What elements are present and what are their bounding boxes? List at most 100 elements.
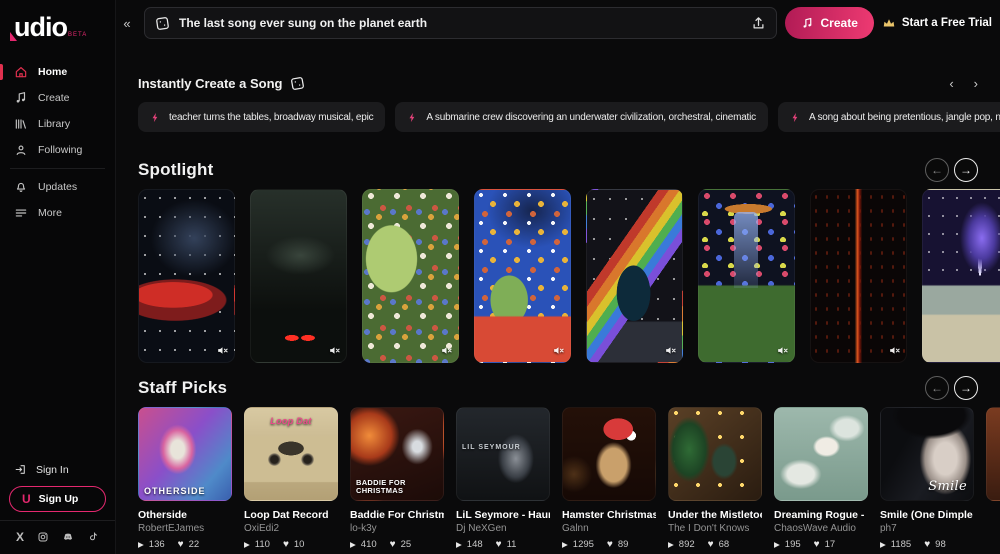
track-artist[interactable]: ChaosWave Audio	[774, 523, 868, 534]
sidebar-item-create[interactable]: Create	[0, 85, 115, 111]
track-artist[interactable]: lo-k3y	[350, 523, 444, 534]
track-artist[interactable]: RobertEJames	[138, 523, 232, 534]
track-stats: ▶ 410 ♥ 25	[350, 539, 444, 550]
lightning-bolt-icon	[409, 112, 415, 122]
track-card[interactable]: BADDIE FOR CHRISTMAS Baddie For Christma…	[350, 407, 444, 550]
track-title: Smile (One Dimple at a...	[880, 509, 974, 521]
spotlight-card-storm-beach[interactable]	[922, 189, 1000, 363]
sidebar-item-more[interactable]: More	[0, 200, 115, 226]
tiktok-icon[interactable]	[87, 531, 99, 543]
upload-icon[interactable]	[751, 16, 766, 31]
like-count: 25	[400, 539, 412, 550]
dice-icon[interactable]	[289, 75, 306, 92]
muted-volume-icon	[218, 347, 228, 354]
instant-create-title: Instantly Create a Song	[138, 76, 283, 91]
heart-icon: ♥	[389, 539, 396, 550]
track-stats: ▶ 148 ♥ 11	[456, 539, 550, 550]
x-icon[interactable]: X	[16, 530, 24, 544]
sign-in-button[interactable]: Sign In	[0, 457, 115, 482]
prompt-chip[interactable]: A song about being pretentious, jangle p…	[777, 102, 1000, 132]
track-artist[interactable]: Dj NeXGen	[456, 523, 550, 534]
track-card[interactable]: Under the Mistletoe The I Don't Knows ▶ 8…	[668, 407, 762, 550]
play-icon: ▶	[138, 540, 144, 549]
track-cover: LIL SEYMOUR	[456, 407, 550, 501]
content: Instantly Create a Song ‹ › teacher turn…	[116, 46, 1000, 554]
beta-badge: BETA	[67, 32, 88, 38]
muted-volume-icon	[554, 347, 564, 354]
track-card[interactable]: Hamster Christmas Galnn ▶ 1295 ♥ 89	[562, 407, 656, 550]
spotlight-card-galaxy-hair-girl[interactable]	[474, 189, 571, 363]
play-count: 410	[360, 539, 377, 550]
muted-volume-icon	[890, 347, 900, 354]
sidebar-item-following[interactable]: Following	[0, 137, 115, 163]
track-card[interactable]: LIL SEYMOUR LiL Seymore - Haunted Dj NeX…	[456, 407, 550, 550]
track-card[interactable]: OTHERSIDE Otherside RobertEJames ▶ 136 ♥ 22	[138, 407, 232, 550]
heart-icon: ♥	[177, 539, 184, 550]
prompt-chip[interactable]: teacher turns the tables, broadway music…	[138, 102, 386, 132]
sidebar-item-label: Updates	[38, 181, 78, 193]
sign-up-label: Sign Up	[38, 493, 79, 505]
spotlight-card-rainbow-stairs[interactable]	[586, 189, 683, 363]
music-note-icon	[803, 17, 811, 28]
muted-volume-icon	[442, 347, 452, 354]
create-button[interactable]: Create	[784, 7, 874, 39]
cover-text: Loop Dat	[270, 416, 312, 426]
heart-icon: ♥	[707, 539, 714, 550]
chips-next-button[interactable]: ›	[974, 76, 978, 91]
track-card[interactable]: Smile Smile (One Dimple at a... ph7 ▶ 118…	[880, 407, 974, 550]
track-title: Under the Mistletoe	[668, 509, 762, 521]
track-title: Loop Dat Record	[244, 509, 329, 521]
track-artist[interactable]: OxiEdi2	[244, 523, 338, 534]
track-card[interactable]: Dreaming Rogue - Dan... ChaosWave Audio …	[774, 407, 868, 550]
sidebar-item-label: Library	[38, 118, 71, 130]
sidebar-item-library[interactable]: Library	[0, 111, 115, 137]
staff-picks-next-button[interactable]: →	[954, 376, 978, 400]
play-icon: ▶	[456, 540, 462, 549]
spotlight-card-flower-girl[interactable]	[362, 189, 459, 363]
start-free-trial-button[interactable]: Start a Free Trial	[882, 16, 992, 30]
play-icon: ▶	[562, 540, 568, 549]
track-title: Baddie For Christmas	[350, 509, 444, 521]
instagram-icon[interactable]	[37, 531, 49, 543]
staff-picks-prev-button[interactable]: ←	[925, 376, 949, 400]
heart-icon: ♥	[282, 539, 289, 550]
prompt-input[interactable]	[179, 16, 742, 30]
sign-up-button[interactable]: U Sign Up	[9, 486, 106, 512]
sidebar-item-label: Home	[38, 66, 68, 78]
track-artist[interactable]: ph7	[880, 523, 974, 534]
track-card[interactable]: Loop Dat Loop Dat Record OxiEdi2 ▶ 110 ♥ 10	[244, 407, 338, 550]
spotlight-card-ufo-flowers[interactable]	[698, 189, 795, 363]
dice-icon[interactable]	[154, 15, 171, 32]
sidebar-item-label: More	[38, 207, 62, 219]
track-title: LiL Seymore - Haunted	[456, 509, 550, 521]
sidebar-item-updates[interactable]: Updates	[0, 174, 115, 200]
like-count: 68	[718, 539, 730, 550]
like-count: 10	[293, 539, 305, 550]
play-icon: ▶	[774, 540, 780, 549]
heart-icon: ♥	[924, 539, 931, 550]
chips-prev-button[interactable]: ‹	[949, 76, 953, 91]
spotlight-next-button[interactable]: →	[954, 158, 978, 182]
track-artist[interactable]: The I Don't Knows	[668, 523, 762, 534]
logo[interactable]: udioBETA	[0, 8, 115, 53]
track-stats: ▶ 110 ♥ 10	[244, 539, 338, 550]
track-title: Hamster Christmas	[562, 509, 656, 521]
sidebar: udioBETA Home Create Library Following U…	[0, 0, 116, 554]
prompt-chip[interactable]: A submarine crew discovering an underwat…	[395, 102, 768, 132]
track-cover: OTHERSIDE	[138, 407, 232, 501]
spotlight-row	[138, 189, 1000, 363]
track-card-partial[interactable]	[986, 407, 1000, 550]
spotlight-card-red-streak[interactable]	[810, 189, 907, 363]
spotlight-card-flying-red-car[interactable]	[138, 189, 235, 363]
sidebar-collapse-button[interactable]: «	[118, 16, 136, 31]
sidebar-item-home[interactable]: Home	[0, 59, 115, 85]
person-icon	[16, 145, 26, 155]
like-count: 22	[188, 539, 200, 550]
spotlight-prev-button[interactable]: ←	[925, 158, 949, 182]
prompt-bar[interactable]	[144, 7, 777, 39]
heart-icon: ♥	[606, 539, 613, 550]
spotlight-section-head: Spotlight ← →	[138, 158, 1000, 182]
discord-icon[interactable]	[62, 531, 74, 543]
track-artist[interactable]: Galnn	[562, 523, 656, 534]
spotlight-card-night-drive[interactable]	[250, 189, 347, 363]
